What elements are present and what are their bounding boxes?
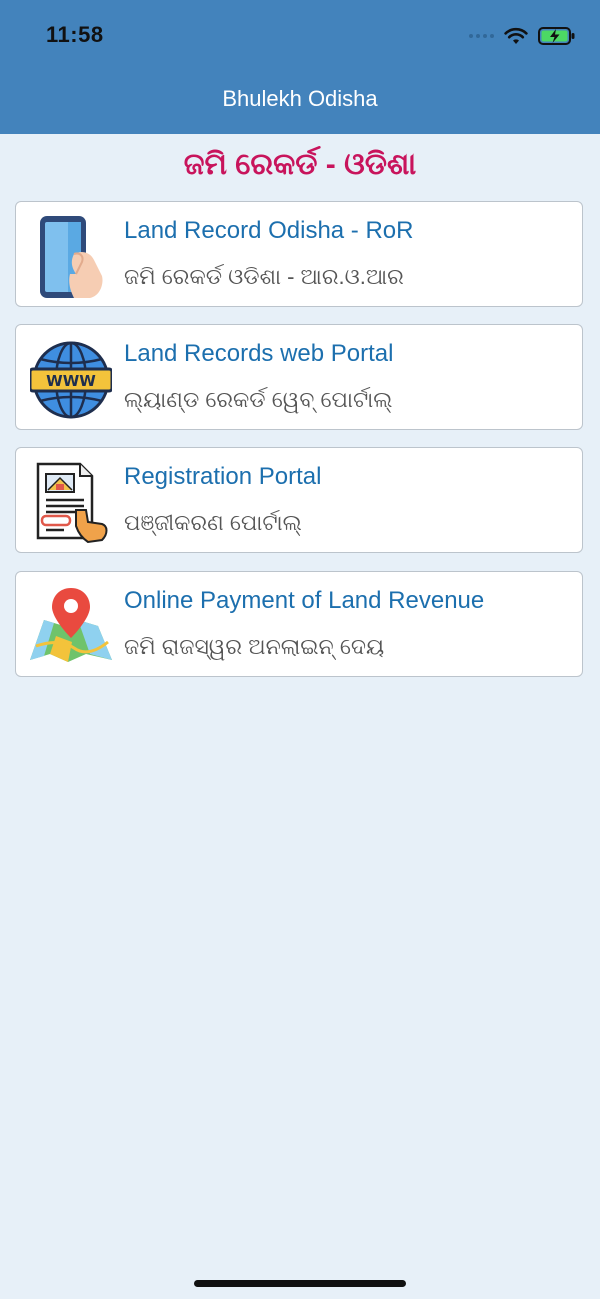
item-title: Land Record Odisha - RoR (124, 217, 414, 244)
wifi-icon (504, 27, 528, 44)
www-globe-icon: WWW (30, 341, 112, 419)
list-item-registration-portal[interactable]: Registration Portal ପଞ୍ଜୀକରଣ ପୋର୍ଟାଲ୍ (15, 447, 583, 553)
status-time: 11:58 (46, 22, 104, 47)
item-subtitle: ଜମି ରାଜସ୍ୱର ଅନଲାଇନ୍ ଦେୟ (124, 634, 385, 659)
cellular-signal-icon (469, 34, 494, 38)
item-title: Registration Portal (124, 463, 322, 490)
www-label: WWW (46, 372, 96, 390)
phone-hand-icon (40, 216, 103, 298)
registration-document-icon (36, 462, 108, 544)
item-title: Land Records web Portal (124, 340, 394, 367)
list-item-online-payment-land-revenue[interactable]: Online Payment of Land Revenue ଜମି ରାଜସ୍… (15, 571, 583, 677)
item-title: Online Payment of Land Revenue (124, 587, 485, 614)
map-pin-icon (30, 588, 112, 662)
list-item-land-records-web-portal[interactable]: WWW Land Records web Portal ଲ୍ୟାଣ୍ଡ ରେକର… (15, 324, 583, 430)
section-title: ଜମି ରେକର୍ଡ - ଓଡିଶା (183, 148, 417, 181)
list-item-land-record-ror[interactable]: Land Record Odisha - RoR ଜମି ରେକର୍ଡ ଓଡିଶ… (15, 201, 583, 307)
app-title: Bhulekh Odisha (222, 86, 378, 111)
item-subtitle: ପଞ୍ଜୀକରଣ ପୋର୍ଟାଲ୍ (124, 510, 302, 535)
item-subtitle: ଜମି ରେକର୍ଡ ଓଡିଶା - ଆର.ଓ.ଆର (124, 264, 404, 289)
item-subtitle: ଲ୍ୟାଣ୍ଡ ରେକର୍ଡ ୱେବ୍ ପୋର୍ଟାଲ୍ (124, 387, 393, 412)
home-indicator (194, 1280, 406, 1287)
battery-charging-icon (538, 27, 575, 45)
status-icons (469, 22, 576, 50)
navigation-bar: 11:58 Bhulekh Odisha (0, 0, 600, 134)
